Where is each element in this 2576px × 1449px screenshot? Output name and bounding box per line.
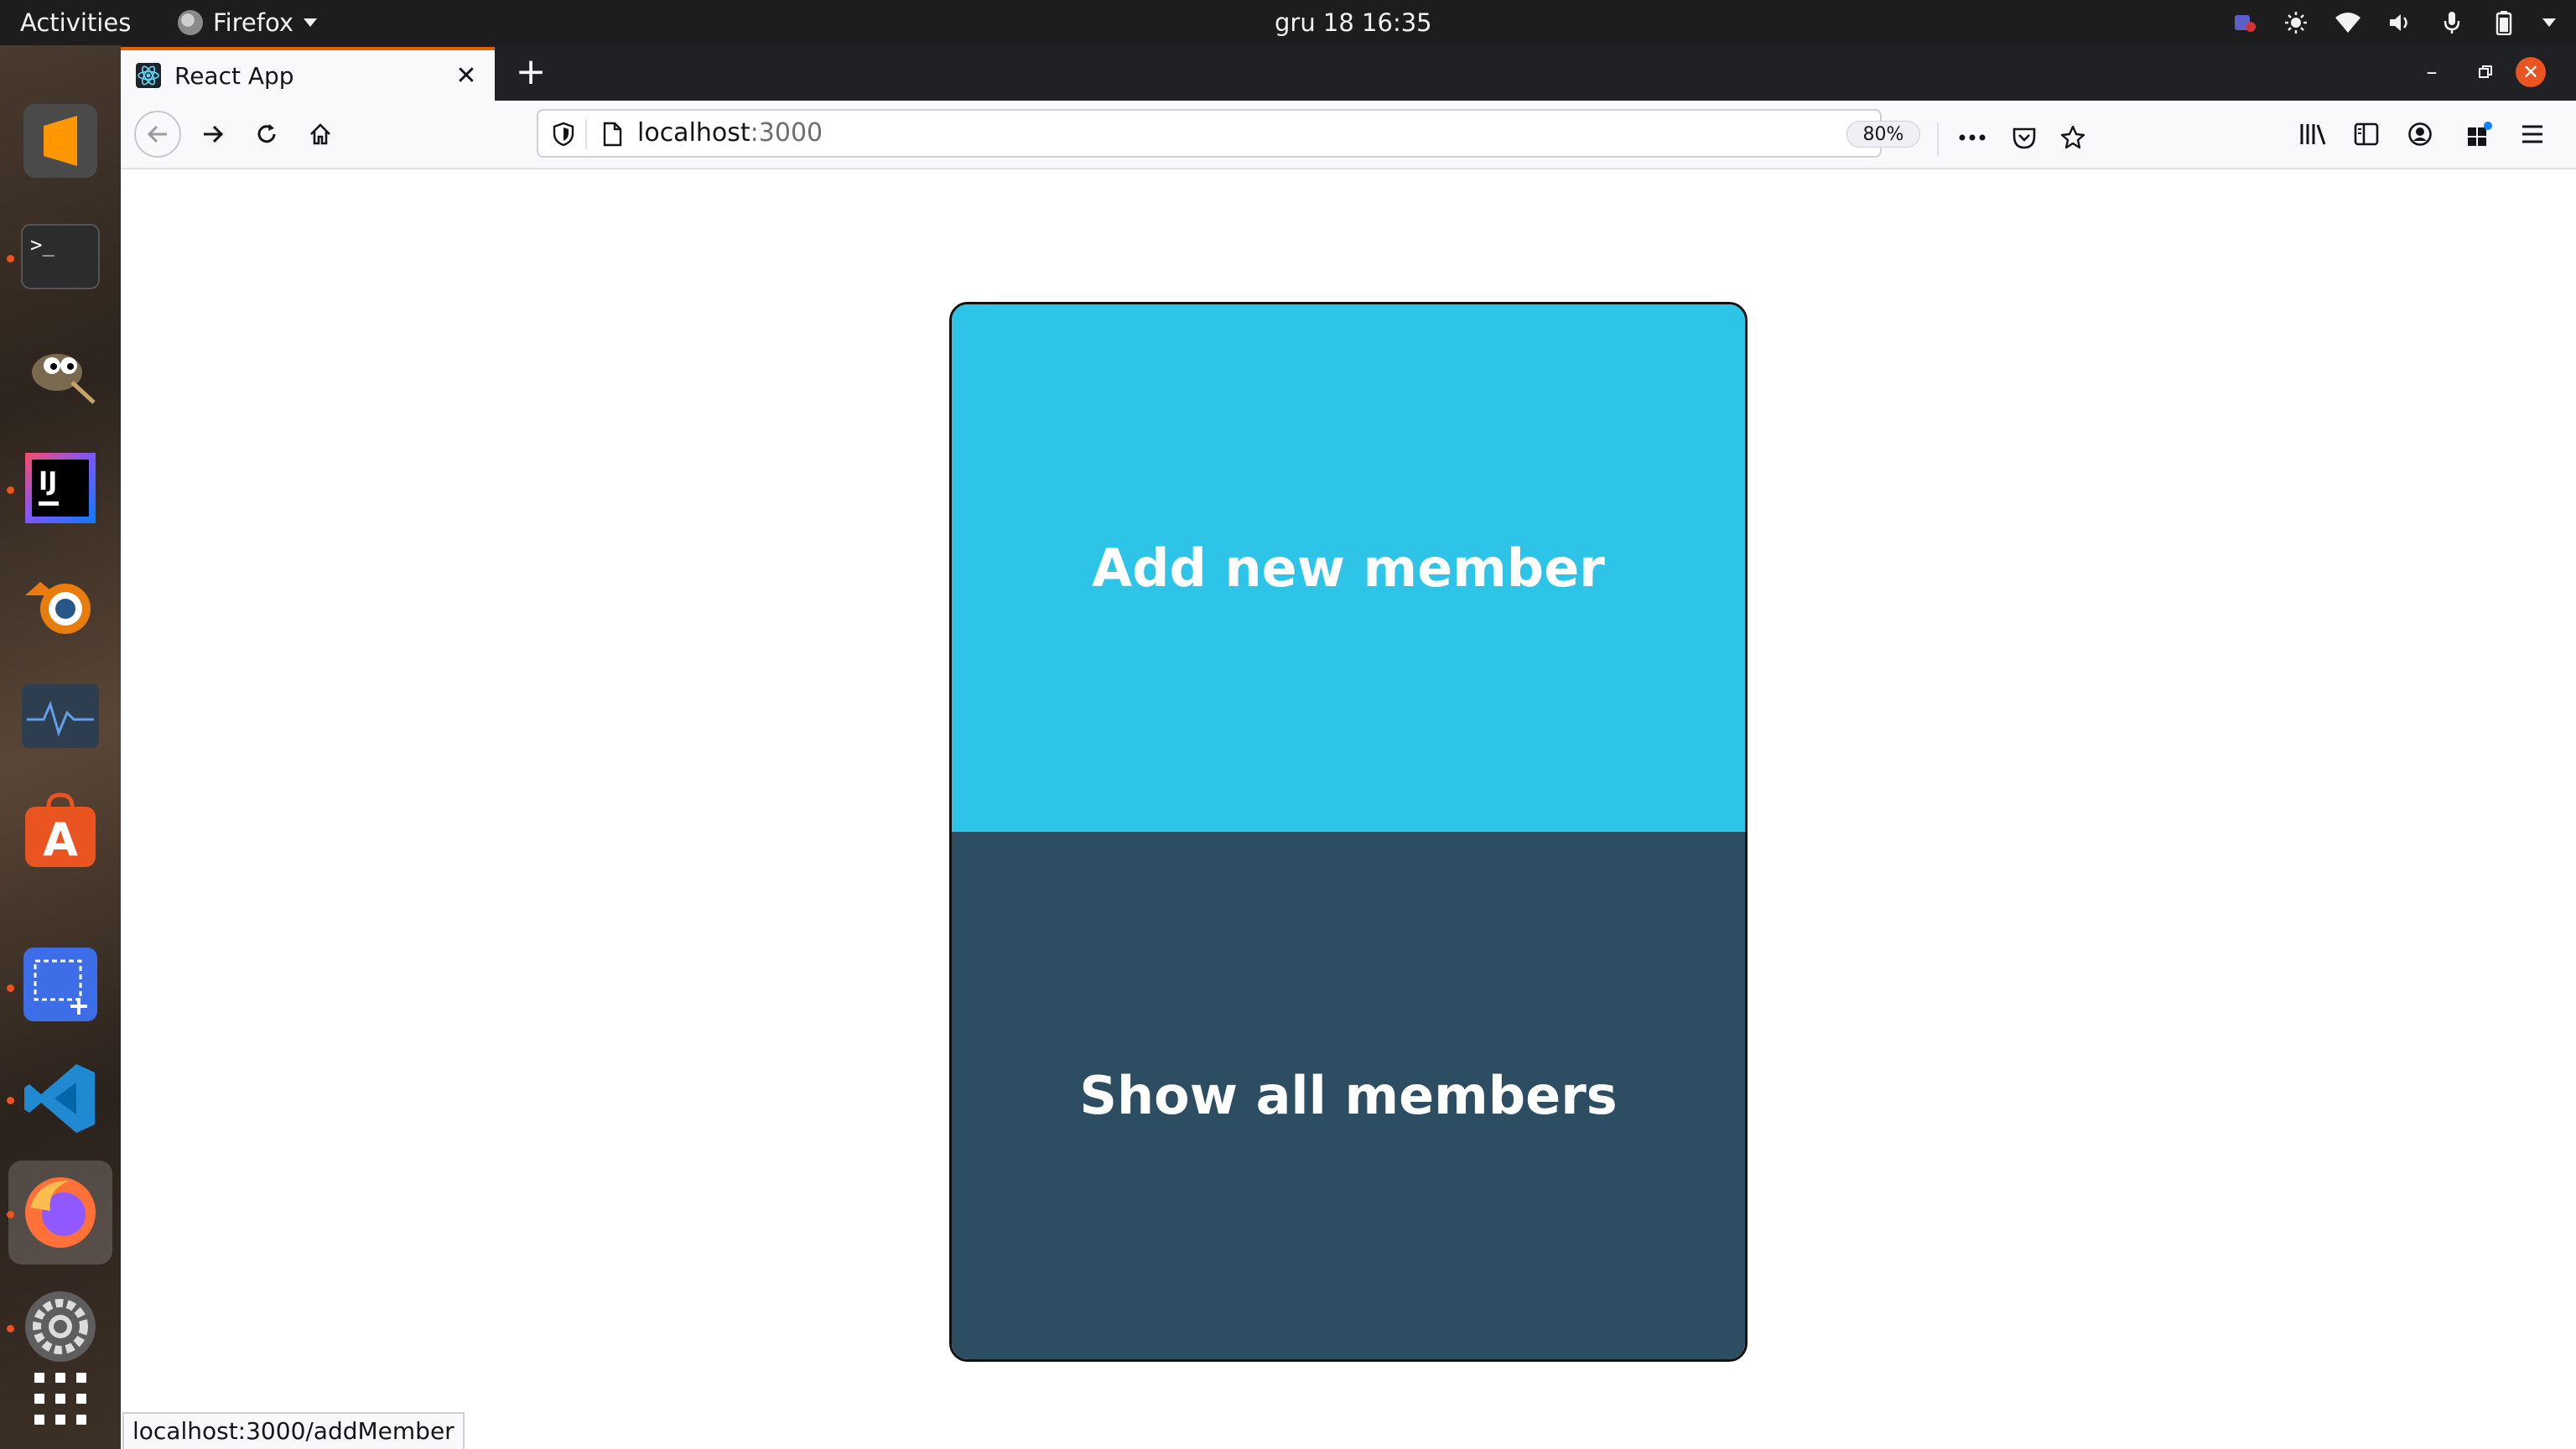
show-all-members-button[interactable]: Show all members <box>952 832 1745 1359</box>
tab-react-app[interactable]: React App ✕ <box>121 47 495 101</box>
running-indicator <box>7 984 14 992</box>
top-bar: Activities Firefox gru 18 16:35 <box>0 0 2576 45</box>
new-tab-button[interactable]: + <box>512 54 550 92</box>
sidebar-toggle-icon[interactable] <box>2343 111 2390 158</box>
url-text[interactable]: localhost:3000 <box>637 111 823 156</box>
url-host: localhost <box>637 118 750 148</box>
system-menu-chevron-icon[interactable] <box>2542 18 2556 27</box>
running-indicator <box>7 486 14 494</box>
sublime-text-icon[interactable] <box>20 101 101 181</box>
address-bar-right-separator <box>1937 122 1939 156</box>
page-content: Add new member Show all members <box>121 169 2576 1449</box>
system-tray[interactable] <box>2231 0 2556 45</box>
svg-text:IJ: IJ <box>39 467 57 496</box>
account-icon[interactable] <box>2397 111 2444 158</box>
activities-button[interactable]: Activities <box>20 0 131 45</box>
dock: >_ IJ A <box>0 45 121 1449</box>
extensions-icon[interactable] <box>2455 111 2502 158</box>
react-logo-icon <box>136 63 161 88</box>
running-indicator <box>7 1211 14 1218</box>
intellij-idea-icon[interactable]: IJ <box>20 448 101 528</box>
wifi-icon[interactable] <box>2334 9 2361 36</box>
terminal-icon[interactable]: >_ <box>20 216 101 297</box>
page-actions-icon[interactable] <box>1954 119 1991 156</box>
address-bar[interactable]: localhost:3000 80% <box>537 109 2085 158</box>
member-menu-card: Add new member Show all members <box>949 302 1748 1362</box>
app-menu-label: Firefox <box>213 8 293 37</box>
restore-window-button[interactable] <box>2469 55 2502 89</box>
clock[interactable]: gru 18 16:35 <box>1275 0 1432 45</box>
running-indicator <box>7 1325 14 1332</box>
gimp-icon[interactable] <box>20 330 101 411</box>
svg-text:>_: >_ <box>30 233 55 257</box>
page-info-icon[interactable] <box>599 121 626 148</box>
svg-text:A: A <box>43 813 78 866</box>
app-menu[interactable]: Firefox <box>178 0 317 45</box>
close-tab-icon[interactable]: ✕ <box>449 59 483 92</box>
volume-icon[interactable] <box>2386 9 2413 36</box>
tab-title: React App <box>174 61 294 90</box>
software-center-icon[interactable]: A <box>20 790 101 870</box>
library-icon[interactable] <box>2289 111 2336 158</box>
system-monitor-icon[interactable] <box>20 676 101 756</box>
navigation-toolbar: localhost:3000 80% <box>121 101 2576 169</box>
chevron-down-icon <box>303 18 317 27</box>
add-new-member-button[interactable]: Add new member <box>952 304 1745 832</box>
zoom-level-button[interactable]: 80% <box>1846 121 1920 148</box>
firefox-icon[interactable] <box>20 1172 101 1253</box>
running-indicator <box>7 1097 14 1104</box>
running-indicator <box>7 255 14 262</box>
close-window-button[interactable]: ✕ <box>2516 57 2546 87</box>
bookmark-star-icon[interactable] <box>2054 119 2091 156</box>
forward-button[interactable] <box>190 111 236 158</box>
battery-icon[interactable] <box>2490 9 2517 36</box>
show-apps-icon[interactable] <box>20 1358 101 1439</box>
firefox-small-icon <box>178 10 203 35</box>
vscode-icon[interactable] <box>20 1058 101 1139</box>
home-button[interactable] <box>297 111 344 158</box>
pocket-icon[interactable] <box>2006 119 2043 156</box>
reload-button[interactable] <box>243 111 290 158</box>
teams-icon[interactable] <box>2231 9 2257 36</box>
back-button[interactable] <box>134 111 181 158</box>
tab-strip: React App ✕ + – ✕ <box>121 45 2576 101</box>
tracking-protection-shield-icon[interactable] <box>550 121 577 148</box>
blender-icon[interactable] <box>20 562 101 642</box>
brightness-icon[interactable] <box>2283 9 2309 36</box>
screenshot-icon[interactable] <box>20 944 101 1025</box>
url-port: :3000 <box>750 118 823 148</box>
minimize-window-button[interactable]: – <box>2415 55 2449 89</box>
link-status-bar: localhost:3000/addMember <box>122 1412 465 1449</box>
settings-icon[interactable] <box>20 1286 101 1367</box>
microphone-icon[interactable] <box>2438 9 2465 36</box>
menu-hamburger-icon[interactable] <box>2509 111 2556 158</box>
address-bar-separator <box>585 119 587 149</box>
